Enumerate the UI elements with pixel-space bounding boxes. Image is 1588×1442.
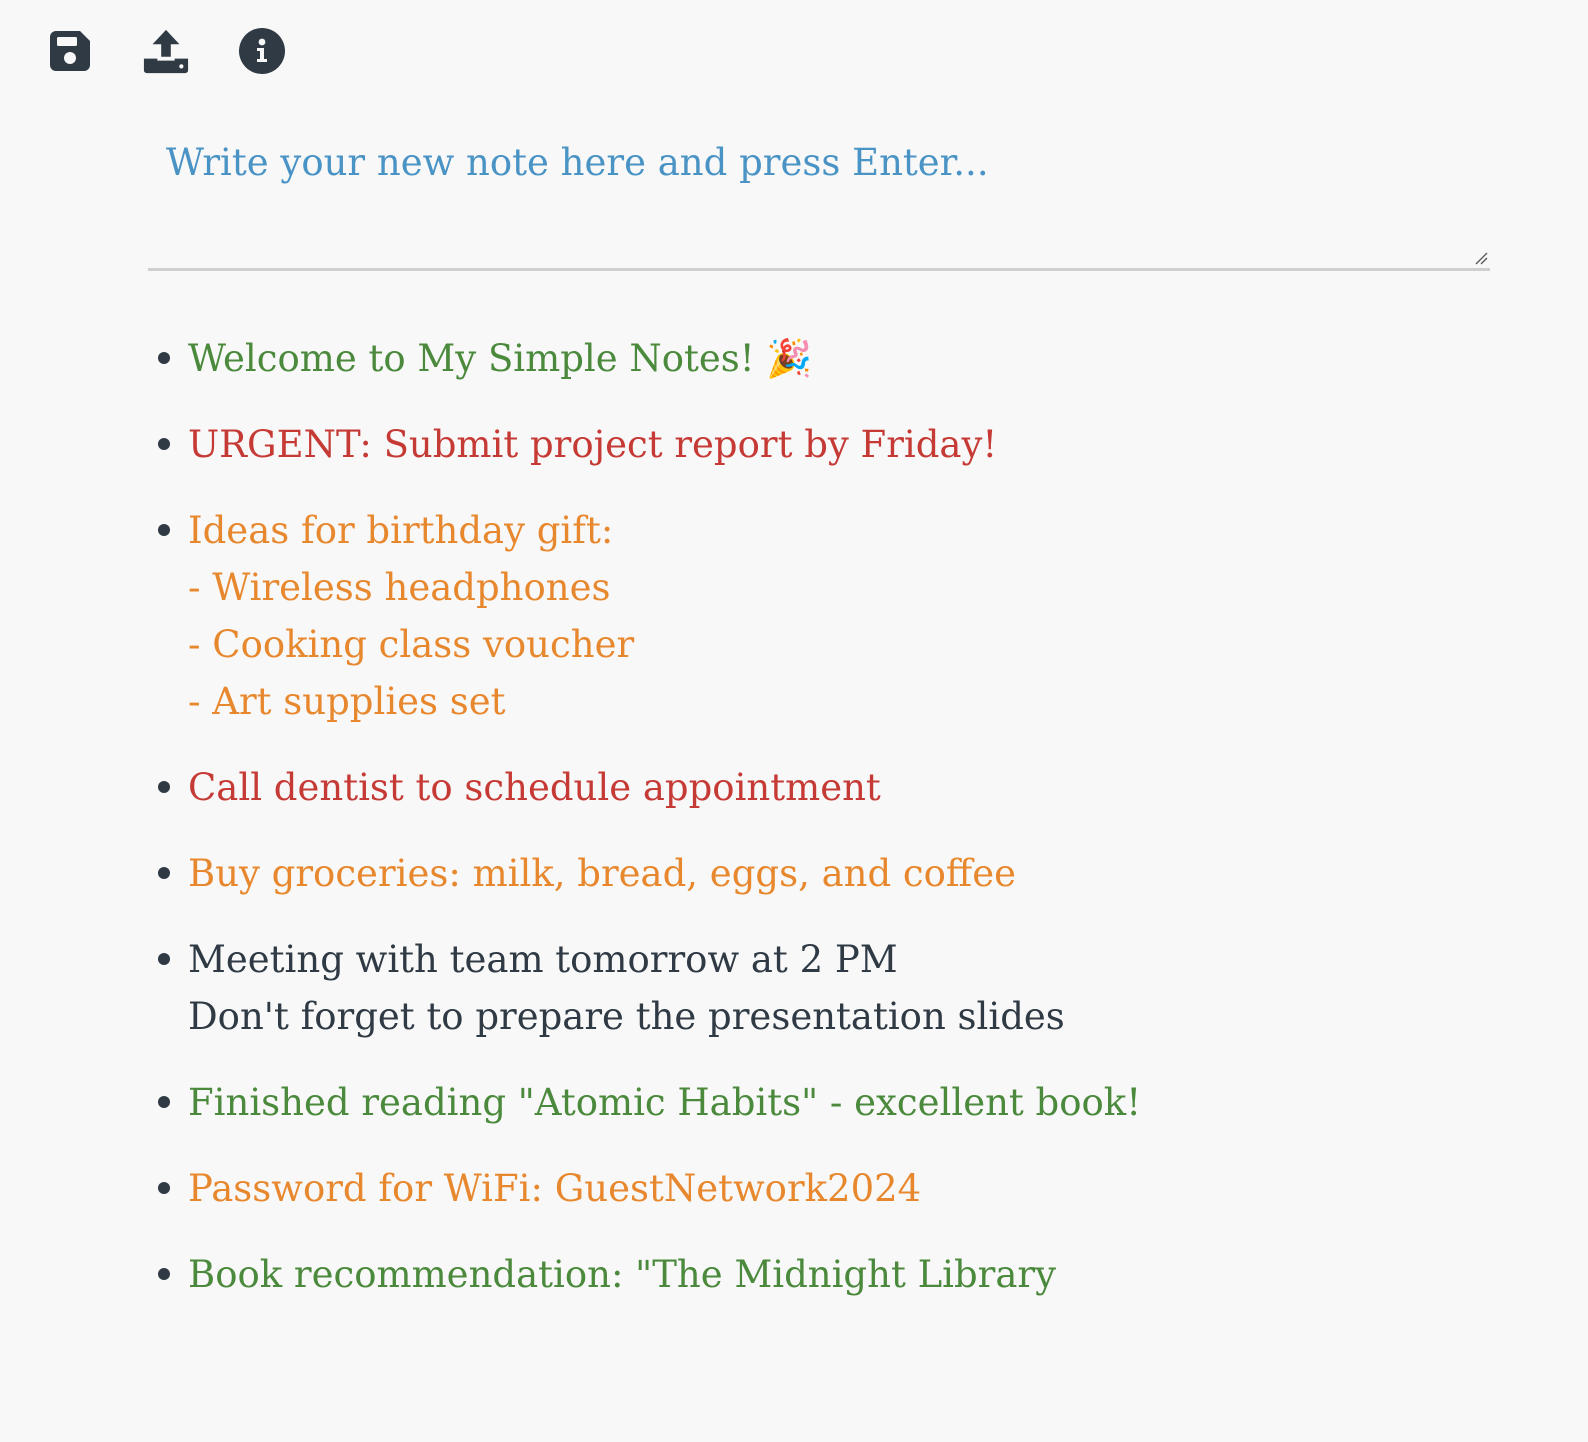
bullet-icon — [158, 352, 170, 364]
note-text: Meeting with team tomorrow at 2 PM Don't… — [188, 938, 1065, 1038]
bullet-icon — [158, 524, 170, 536]
bullet-icon — [158, 1096, 170, 1108]
note-item[interactable]: URGENT: Submit project report by Friday! — [158, 416, 1558, 473]
note-text: Password for WiFi: GuestNetwork2024 — [188, 1167, 922, 1210]
bullet-icon — [158, 867, 170, 879]
note-text: Call dentist to schedule appointment — [188, 766, 881, 809]
bullet-icon — [158, 438, 170, 450]
info-button[interactable] — [238, 27, 286, 75]
bullet-icon — [158, 781, 170, 793]
bullet-icon — [158, 1182, 170, 1194]
save-icon — [50, 31, 90, 71]
upload-icon — [143, 29, 189, 74]
toolbar — [46, 26, 286, 76]
note-text: Ideas for birthday gift: - Wireless head… — [188, 509, 635, 723]
resize-handle-icon[interactable] — [1474, 251, 1488, 265]
save-button[interactable] — [46, 27, 94, 75]
info-icon — [239, 28, 285, 74]
note-text: Welcome to My Simple Notes! 🎉 — [188, 337, 813, 380]
note-text: Book recommendation: "The Midnight Libra… — [188, 1253, 1057, 1296]
note-item[interactable]: Password for WiFi: GuestNetwork2024 — [158, 1160, 1558, 1217]
note-item[interactable]: Meeting with team tomorrow at 2 PM Don't… — [158, 931, 1558, 1045]
upload-button[interactable] — [142, 27, 190, 75]
note-text: Buy groceries: milk, bread, eggs, and co… — [188, 852, 1017, 895]
bullet-icon — [158, 953, 170, 965]
note-item[interactable]: Book recommendation: "The Midnight Libra… — [158, 1246, 1558, 1303]
note-item[interactable]: Finished reading "Atomic Habits" - excel… — [158, 1074, 1558, 1131]
bullet-icon — [158, 1268, 170, 1280]
note-item[interactable]: Buy groceries: milk, bread, eggs, and co… — [158, 845, 1558, 902]
note-item[interactable]: Welcome to My Simple Notes! 🎉 — [158, 330, 1558, 387]
note-text: Finished reading "Atomic Habits" - excel… — [188, 1081, 1142, 1124]
new-note-input[interactable] — [148, 120, 1490, 268]
note-composer — [148, 120, 1490, 271]
note-text: URGENT: Submit project report by Friday! — [188, 423, 998, 466]
note-item[interactable]: Ideas for birthday gift: - Wireless head… — [158, 502, 1558, 730]
notes-list: Welcome to My Simple Notes! 🎉 URGENT: Su… — [158, 330, 1558, 1332]
note-item[interactable]: Call dentist to schedule appointment — [158, 759, 1558, 816]
